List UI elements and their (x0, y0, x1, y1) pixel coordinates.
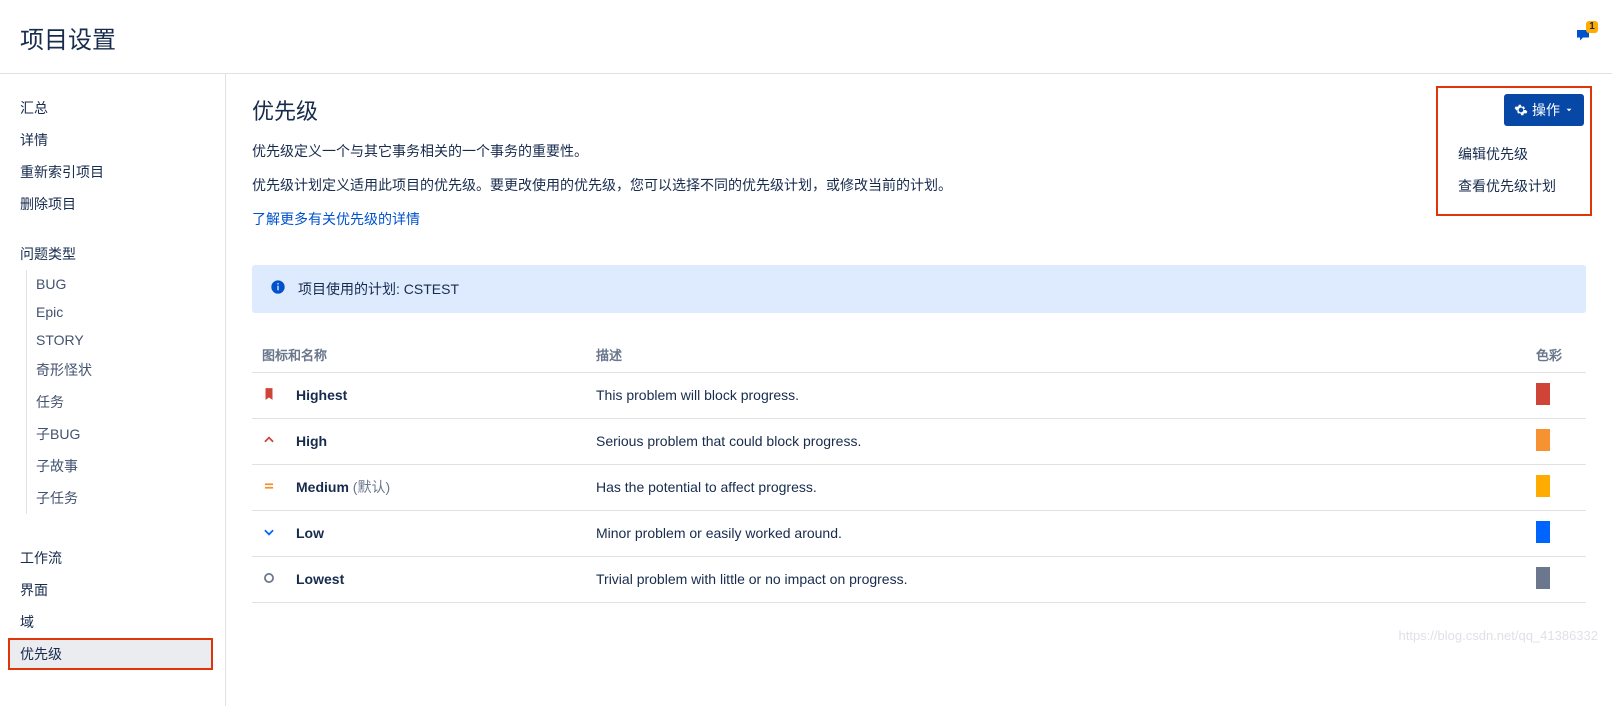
actions-panel: 操作 编辑优先级查看优先级计划 (1436, 86, 1592, 216)
sidebar-subitem[interactable]: STORY (0, 326, 225, 354)
sidebar-item[interactable]: 重新索引项目 (0, 156, 225, 188)
feedback-button[interactable]: 1 (1574, 27, 1592, 48)
table-row: Highest This problem will block progress. (252, 372, 1586, 418)
dropdown-item[interactable]: 编辑优先级 (1444, 138, 1584, 170)
priority-icon (252, 464, 286, 510)
sidebar-item[interactable]: 删除项目 (0, 188, 225, 220)
page-header-title: 项目设置 (20, 20, 116, 55)
priority-icon (252, 372, 286, 418)
priority-name: Low (296, 525, 324, 541)
sidebar-subitem[interactable]: 奇形怪状 (0, 354, 225, 386)
sidebar-section-general: 汇总详情重新索引项目删除项目 (0, 92, 225, 220)
priority-name: High (296, 433, 327, 449)
sidebar: 汇总详情重新索引项目删除项目 问题类型 BUGEpicSTORY奇形怪状任务子B… (0, 74, 226, 706)
actions-button-label: 操作 (1532, 100, 1560, 120)
info-icon (270, 279, 286, 298)
page-title: 优先级 (252, 94, 1586, 126)
sidebar-section-config: 工作流界面域优先级 (0, 532, 225, 670)
sidebar-section-issue-types: 问题类型 BUGEpicSTORY奇形怪状任务子BUG子故事子任务 (0, 238, 225, 514)
header: 项目设置 1 (0, 0, 1612, 74)
default-tag: (默认) (349, 479, 390, 495)
gear-icon (1514, 103, 1528, 117)
sidebar-subitem[interactable]: 子任务 (0, 482, 225, 514)
priority-color-cell (1526, 418, 1586, 464)
sidebar-subitem[interactable]: Epic (0, 298, 225, 326)
column-header-icon-name: 图标和名称 (252, 337, 586, 373)
priority-name: Medium (296, 479, 349, 495)
description-1: 优先级定义一个与其它事务相关的一个事务的重要性。 (252, 140, 1586, 162)
table-row: Lowest Trivial problem with little or no … (252, 556, 1586, 602)
priority-color-cell (1526, 372, 1586, 418)
priority-description: Trivial problem with little or no impact… (586, 556, 1526, 602)
priority-description: Has the potential to affect progress. (586, 464, 1526, 510)
priority-name-cell: Medium (默认) (286, 464, 586, 510)
color-swatch (1536, 521, 1550, 543)
table-row: High Serious problem that could block pro… (252, 418, 1586, 464)
sidebar-item[interactable]: 详情 (0, 124, 225, 156)
notification-badge: 1 (1586, 21, 1598, 33)
color-swatch (1536, 475, 1550, 497)
sidebar-subitem[interactable]: 子故事 (0, 450, 225, 482)
sidebar-subitem[interactable]: 子BUG (0, 418, 225, 450)
table-row: Low Minor problem or easily worked around… (252, 510, 1586, 556)
priority-description: Minor problem or easily worked around. (586, 510, 1526, 556)
info-banner-text: 项目使用的计划: CSTEST (298, 279, 459, 299)
sidebar-subitem[interactable]: BUG (0, 270, 225, 298)
color-swatch (1536, 567, 1550, 589)
column-header-color: 色彩 (1526, 337, 1586, 373)
sidebar-item-issue-types[interactable]: 问题类型 (0, 238, 225, 270)
priority-icon (252, 556, 286, 602)
color-swatch (1536, 429, 1550, 451)
priority-name-cell: High (286, 418, 586, 464)
priority-name: Lowest (296, 571, 344, 587)
main-content: 操作 编辑优先级查看优先级计划 优先级 优先级定义一个与其它事务相关的一个事务的… (226, 74, 1612, 706)
priority-name-cell: Highest (286, 372, 586, 418)
sidebar-item[interactable]: 工作流 (0, 542, 225, 574)
sidebar-item[interactable]: 优先级 (8, 638, 213, 670)
priority-name: Highest (296, 387, 347, 403)
priority-name-cell: Low (286, 510, 586, 556)
actions-button[interactable]: 操作 (1504, 94, 1584, 126)
info-banner: 项目使用的计划: CSTEST (252, 265, 1586, 313)
chevron-down-icon (1564, 105, 1574, 115)
watermark: https://blog.csdn.net/qq_41386332 (1399, 628, 1599, 643)
dropdown-item[interactable]: 查看优先级计划 (1444, 170, 1584, 202)
actions-dropdown: 编辑优先级查看优先级计划 (1444, 132, 1584, 208)
priority-color-cell (1526, 510, 1586, 556)
sidebar-item[interactable]: 汇总 (0, 92, 225, 124)
priority-icon (252, 418, 286, 464)
description-2: 优先级计划定义适用此项目的优先级。要更改使用的优先级，您可以选择不同的优先级计划… (252, 174, 1586, 196)
priority-color-cell (1526, 464, 1586, 510)
color-swatch (1536, 383, 1550, 405)
priority-table: 图标和名称 描述 色彩 Highest This problem will blo… (252, 337, 1586, 603)
sidebar-item[interactable]: 界面 (0, 574, 225, 606)
table-row: Medium (默认)Has the potential to affect p… (252, 464, 1586, 510)
priority-description: This problem will block progress. (586, 372, 1526, 418)
priority-icon (252, 510, 286, 556)
priority-name-cell: Lowest (286, 556, 586, 602)
priority-description: Serious problem that could block progres… (586, 418, 1526, 464)
priority-color-cell (1526, 556, 1586, 602)
learn-more-link[interactable]: 了解更多有关优先级的详情 (252, 209, 420, 229)
column-header-description: 描述 (586, 337, 1526, 373)
sidebar-subitem[interactable]: 任务 (0, 386, 225, 418)
sidebar-item[interactable]: 域 (0, 606, 225, 638)
